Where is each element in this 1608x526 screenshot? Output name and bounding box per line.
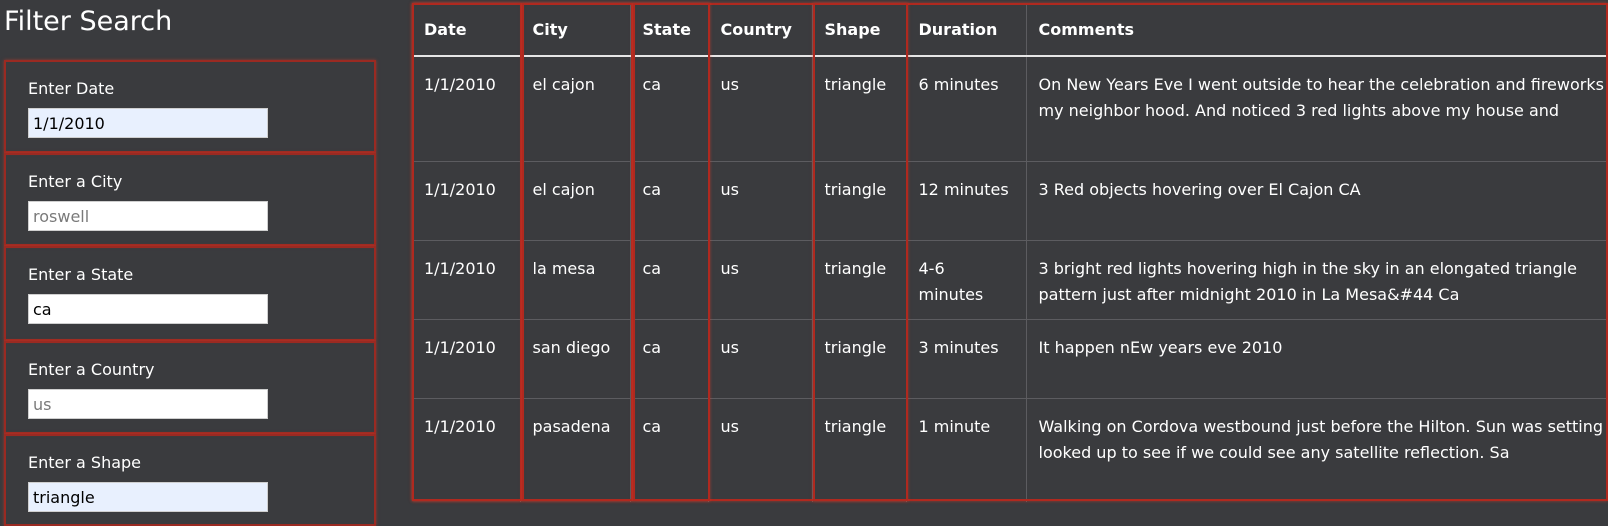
- filter-city-label: Enter a City: [28, 172, 123, 191]
- filter-country-input[interactable]: [28, 389, 268, 419]
- cell-shape: triangle: [812, 239, 907, 319]
- cell-country: us: [708, 55, 813, 161]
- cell-country: us: [708, 160, 813, 240]
- filter-city-input[interactable]: [28, 201, 268, 231]
- cell-shape: triangle: [812, 397, 907, 502]
- cell-comments: It happen nEw years eve 2010: [1026, 318, 1608, 398]
- table-row: 1/1/2010 la mesa ca us triangle 4-6 minu…: [412, 239, 1608, 319]
- table-row: 1/1/2010 pasadena ca us triangle 1 minut…: [412, 397, 1608, 502]
- header-city: City: [520, 3, 631, 57]
- cell-state: ca: [630, 397, 709, 502]
- cell-duration: 4-6 minutes: [906, 239, 1027, 319]
- cell-city: la mesa: [520, 239, 631, 319]
- cell-date: 1/1/2010: [412, 397, 521, 502]
- cell-duration: 6 minutes: [906, 55, 1027, 161]
- header-comments: Comments: [1026, 3, 1608, 57]
- header-country: Country: [708, 3, 813, 57]
- results-table: Date City State Country Shape Duration C…: [412, 3, 1608, 502]
- filter-state-input[interactable]: [28, 294, 268, 324]
- filter-date-group: Enter Date: [4, 60, 376, 153]
- cell-comments: 3 bright red lights hovering high in the…: [1026, 239, 1608, 319]
- filter-state-label: Enter a State: [28, 265, 134, 284]
- header-duration: Duration: [906, 3, 1027, 57]
- header-shape: Shape: [812, 3, 907, 57]
- cell-comments: Walking on Cordova westbound just before…: [1026, 397, 1608, 502]
- cell-shape: triangle: [812, 318, 907, 398]
- cell-date: 1/1/2010: [412, 318, 521, 398]
- cell-state: ca: [630, 55, 709, 161]
- cell-city: pasadena: [520, 397, 631, 502]
- table-row: 1/1/2010 san diego ca us triangle 3 minu…: [412, 318, 1608, 398]
- cell-shape: triangle: [812, 160, 907, 240]
- filter-state-group: Enter a State: [4, 246, 376, 341]
- cell-date: 1/1/2010: [412, 55, 521, 161]
- filter-sidebar: Filter Search Enter Date Enter a City En…: [0, 0, 382, 526]
- cell-date: 1/1/2010: [412, 239, 521, 319]
- header-date: Date: [412, 3, 521, 57]
- cell-city: san diego: [520, 318, 631, 398]
- cell-city: el cajon: [520, 160, 631, 240]
- table-row: 1/1/2010 el cajon ca us triangle 6 minut…: [412, 55, 1608, 161]
- cell-comments: On New Years Eve I went outside to hear …: [1026, 55, 1608, 161]
- filter-city-group: Enter a City: [4, 153, 376, 246]
- filter-country-group: Enter a Country: [4, 341, 376, 434]
- filter-shape-group: Enter a Shape: [4, 434, 376, 526]
- header-state: State: [630, 3, 709, 57]
- cell-state: ca: [630, 160, 709, 240]
- filter-shape-input[interactable]: [28, 482, 268, 512]
- cell-duration: 3 minutes: [906, 318, 1027, 398]
- results-table-container: Date City State Country Shape Duration C…: [412, 3, 1608, 507]
- cell-shape: triangle: [812, 55, 907, 161]
- cell-country: us: [708, 318, 813, 398]
- table-header-row: Date City State Country Shape Duration C…: [412, 3, 1608, 57]
- filter-date-label: Enter Date: [28, 79, 115, 98]
- cell-duration: 12 minutes: [906, 160, 1027, 240]
- cell-state: ca: [630, 318, 709, 398]
- filter-country-label: Enter a Country: [28, 360, 155, 379]
- filter-date-input[interactable]: [28, 108, 268, 138]
- table-row: 1/1/2010 el cajon ca us triangle 12 minu…: [412, 160, 1608, 240]
- filter-title: Filter Search: [4, 6, 173, 37]
- cell-comments: 3 Red objects hovering over El Cajon CA: [1026, 160, 1608, 240]
- cell-state: ca: [630, 239, 709, 319]
- cell-country: us: [708, 239, 813, 319]
- cell-date: 1/1/2010: [412, 160, 521, 240]
- cell-country: us: [708, 397, 813, 502]
- cell-duration: 1 minute: [906, 397, 1027, 502]
- filter-shape-label: Enter a Shape: [28, 453, 142, 472]
- cell-city: el cajon: [520, 55, 631, 161]
